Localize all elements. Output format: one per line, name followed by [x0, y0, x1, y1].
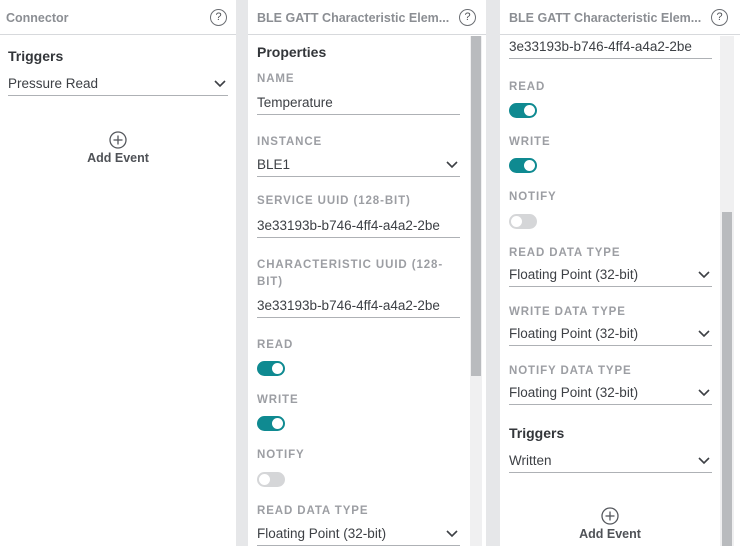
notify-toggle[interactable]: [257, 472, 285, 487]
gatt-panel-main: BLE GATT Characteristic Elem... ? Proper…: [248, 0, 486, 546]
toggle-knob: [511, 216, 522, 227]
help-icon[interactable]: ?: [711, 9, 728, 26]
help-icon[interactable]: ?: [459, 9, 476, 26]
read-toggle[interactable]: [257, 361, 285, 376]
characteristic-uuid-field[interactable]: 3e33193b-b746-4ff4-a4a2-2be: [257, 296, 460, 318]
instance-label: INSTANCE: [257, 136, 323, 148]
write-label: WRITE: [509, 136, 551, 148]
properties-heading: Properties: [257, 44, 327, 60]
write-data-type-value: Floating Point (32-bit): [509, 326, 639, 341]
notify-label: NOTIFY: [257, 449, 305, 461]
read-label: READ: [257, 339, 294, 351]
scrollbar-track[interactable]: [720, 36, 734, 546]
chevron-down-icon: [214, 80, 226, 88]
characteristic-uuid-value: 3e33193b-b746-4ff4-a4a2-2be: [257, 298, 440, 313]
notify-data-type-value: Floating Point (32-bit): [509, 385, 639, 400]
notify-data-type-select[interactable]: Floating Point (32-bit): [509, 383, 712, 405]
add-event-button[interactable]: Add Event: [73, 131, 163, 165]
instance-value: BLE1: [257, 157, 291, 172]
toggle-knob: [272, 418, 283, 429]
panel-title: Connector: [6, 11, 69, 25]
toggle-knob: [272, 363, 283, 374]
notify-toggle[interactable]: [509, 214, 537, 229]
read-data-type-select[interactable]: Floating Point (32-bit): [257, 524, 460, 546]
characteristic-uuid-field[interactable]: 3e33193b-b746-4ff4-a4a2-2be: [509, 38, 712, 59]
panel-title: BLE GATT Characteristic Elem...: [509, 11, 702, 25]
add-event-button[interactable]: Add Event: [565, 507, 655, 541]
chevron-down-icon: [698, 457, 710, 465]
chevron-down-icon: [698, 389, 710, 397]
read-label: READ: [509, 81, 546, 93]
read-data-type-label: READ DATA TYPE: [257, 505, 369, 517]
write-label: WRITE: [257, 394, 299, 406]
trigger-select[interactable]: Pressure Read: [8, 74, 228, 96]
trigger-select[interactable]: Written: [509, 451, 712, 473]
write-data-type-label: WRITE DATA TYPE: [509, 306, 626, 318]
toggle-knob: [524, 160, 535, 171]
scrollbar-track[interactable]: [470, 36, 482, 546]
add-event-label: Add Event: [87, 151, 149, 165]
chevron-down-icon: [446, 161, 458, 169]
service-uuid-label: SERVICE UUID (128-BIT): [257, 195, 411, 207]
chevron-down-icon: [698, 271, 710, 279]
scrollbar-thumb[interactable]: [722, 212, 732, 546]
chevron-down-icon: [446, 530, 458, 538]
toggle-knob: [259, 474, 270, 485]
characteristic-uuid-value: 3e33193b-b746-4ff4-a4a2-2be: [509, 39, 692, 54]
panel-title: BLE GATT Characteristic Elem...: [257, 11, 450, 25]
read-data-type-label: READ DATA TYPE: [509, 247, 621, 259]
trigger-select-value: Written: [509, 453, 552, 468]
panel-header: BLE GATT Characteristic Elem... ?: [500, 0, 740, 35]
panel-header: BLE GATT Characteristic Elem... ?: [248, 0, 486, 35]
connector-panel: Connector ? Triggers Pressure Read Add E…: [0, 0, 236, 546]
service-uuid-value: 3e33193b-b746-4ff4-a4a2-2be: [257, 218, 440, 233]
read-data-type-value: Floating Point (32-bit): [509, 267, 639, 282]
read-data-type-select[interactable]: Floating Point (32-bit): [509, 265, 712, 287]
help-icon[interactable]: ?: [210, 9, 227, 26]
triggers-heading: Triggers: [8, 48, 64, 64]
gatt-panel-scrolled: 3e33193b-b746-4ff4-a4a2-2be READ WRITE N…: [500, 0, 740, 546]
characteristic-uuid-label-cont: BIT): [257, 276, 283, 288]
panel-header: Connector ?: [0, 0, 236, 35]
name-label: NAME: [257, 73, 295, 85]
notify-data-type-label: NOTIFY DATA TYPE: [509, 365, 632, 377]
chevron-down-icon: [698, 330, 710, 338]
service-uuid-field[interactable]: 3e33193b-b746-4ff4-a4a2-2be: [257, 216, 460, 238]
triggers-heading: Triggers: [509, 425, 565, 441]
plus-circle-icon: [601, 507, 619, 525]
notify-label: NOTIFY: [509, 191, 557, 203]
read-data-type-value: Floating Point (32-bit): [257, 526, 387, 541]
write-data-type-select[interactable]: Floating Point (32-bit): [509, 324, 712, 346]
plus-circle-icon: [109, 131, 127, 149]
instance-select[interactable]: BLE1: [257, 155, 460, 177]
characteristic-uuid-label: CHARACTERISTIC UUID (128-: [257, 259, 444, 271]
add-event-label: Add Event: [579, 527, 641, 541]
scrollbar-thumb[interactable]: [471, 36, 481, 376]
write-toggle[interactable]: [509, 158, 537, 173]
name-value: Temperature: [257, 95, 333, 110]
write-toggle[interactable]: [257, 416, 285, 431]
name-field[interactable]: Temperature: [257, 93, 460, 115]
toggle-knob: [524, 105, 535, 116]
read-toggle[interactable]: [509, 103, 537, 118]
trigger-select-value: Pressure Read: [8, 76, 99, 91]
